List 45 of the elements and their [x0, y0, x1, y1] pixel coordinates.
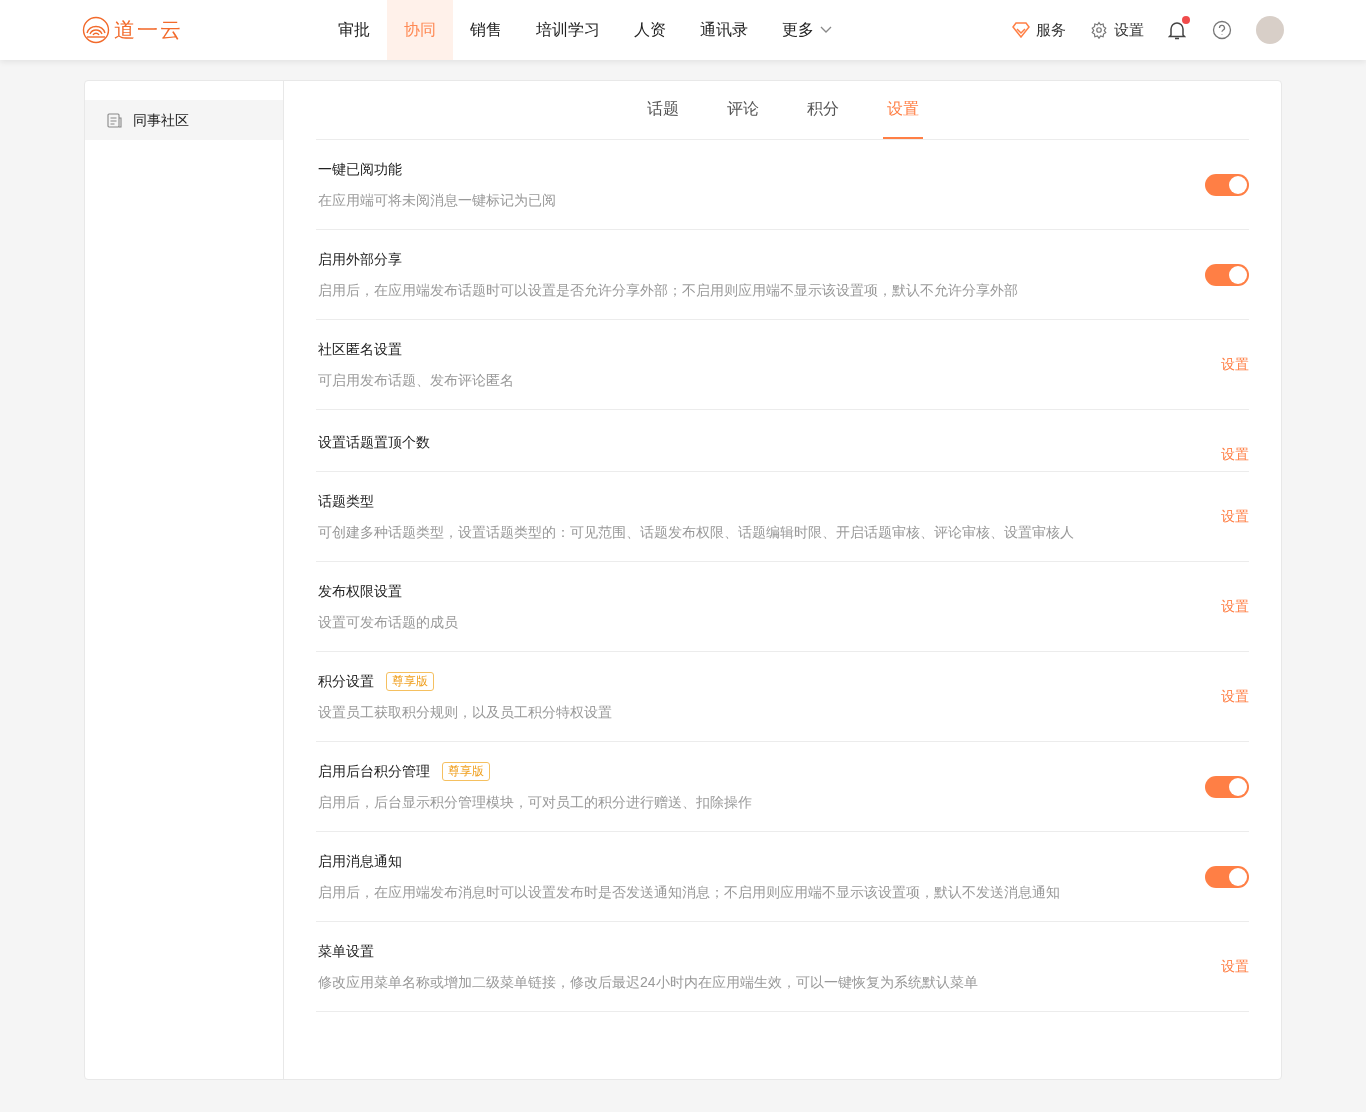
service-link[interactable]: 服务 [1012, 18, 1066, 42]
bell-icon [1168, 20, 1186, 40]
tab[interactable]: 话题 [642, 81, 683, 139]
logo-text: 道一云 [114, 17, 183, 44]
setting-title: 一键已阅功能 [318, 159, 402, 179]
setting-title: 启用消息通知 [318, 851, 402, 871]
nav-tab[interactable]: 审批 [321, 0, 387, 60]
toggle-switch[interactable] [1205, 775, 1249, 798]
nav-tab[interactable]: 更多 [765, 0, 849, 60]
sidebar-item[interactable]: 同事社区 [85, 100, 283, 140]
logo-icon [82, 16, 110, 44]
setting-title: 发布权限设置 [318, 581, 402, 601]
setting-title: 话题类型 [318, 491, 374, 511]
avatar[interactable] [1256, 16, 1284, 44]
toggle-switch[interactable] [1205, 865, 1249, 888]
nav-tab[interactable]: 培训学习 [519, 0, 617, 60]
setting-title: 积分设置 [318, 671, 374, 691]
setting-description: 设置可发布话题的成员 [318, 612, 458, 632]
settings-link[interactable]: 设置 [1090, 18, 1144, 42]
tab[interactable]: 评论 [722, 81, 763, 139]
diamond-icon [1012, 22, 1030, 38]
setting-description: 修改应用菜单名称或增加二级菜单链接，修改后最迟24小时内在应用端生效，可以一键恢复为系统默认菜单 [318, 972, 978, 992]
setting-title: 设置话题置顶个数 [318, 433, 430, 452]
edition-tag: 尊享版 [386, 671, 434, 691]
setting-title: 启用外部分享 [318, 249, 402, 269]
settings-icon [1090, 21, 1108, 39]
setting-description: 可创建多种话题类型，设置话题类型的：可见范围、话题发布权限、话题编辑时限、开启话题审核、评论审核、设置审核人 [318, 522, 1074, 542]
setting-description: 启用后，在应用端发布消息时可以设置发布时是否发送通知消息；不启用则应用端不显示该设置项，默认不发送消息通知 [318, 882, 1060, 902]
nav-tab[interactable]: 人资 [617, 0, 683, 60]
tab[interactable]: 积分 [802, 81, 843, 139]
toggle-switch[interactable] [1205, 173, 1249, 196]
edition-tag: 尊享版 [442, 761, 490, 781]
setting-title: 社区匿名设置 [318, 339, 402, 359]
setting-description: 在应用端可将未阅消息一键标记为已阅 [318, 190, 556, 210]
setting-description: 可启用发布话题、发布评论匿名 [318, 370, 514, 390]
nav-tab[interactable]: 通讯录 [683, 0, 765, 60]
toggle-switch[interactable] [1205, 263, 1249, 286]
document-icon [107, 112, 123, 128]
setting-title: 菜单设置 [318, 941, 374, 961]
nav-tab[interactable]: 销售 [453, 0, 519, 60]
setting-description: 启用后，在应用端发布话题时可以设置是否允许分享外部；不启用则应用端不显示该设置项，默认不允许分享外部 [318, 280, 1018, 300]
setting-description: 设置员工获取积分规则，以及员工积分特权设置 [318, 702, 612, 722]
setting-description: 启用后，后台显示积分管理模块，可对员工的积分进行赠送、扣除操作 [318, 792, 752, 812]
setting-title: 启用后台积分管理 [318, 761, 430, 781]
help-icon[interactable] [1212, 20, 1232, 40]
